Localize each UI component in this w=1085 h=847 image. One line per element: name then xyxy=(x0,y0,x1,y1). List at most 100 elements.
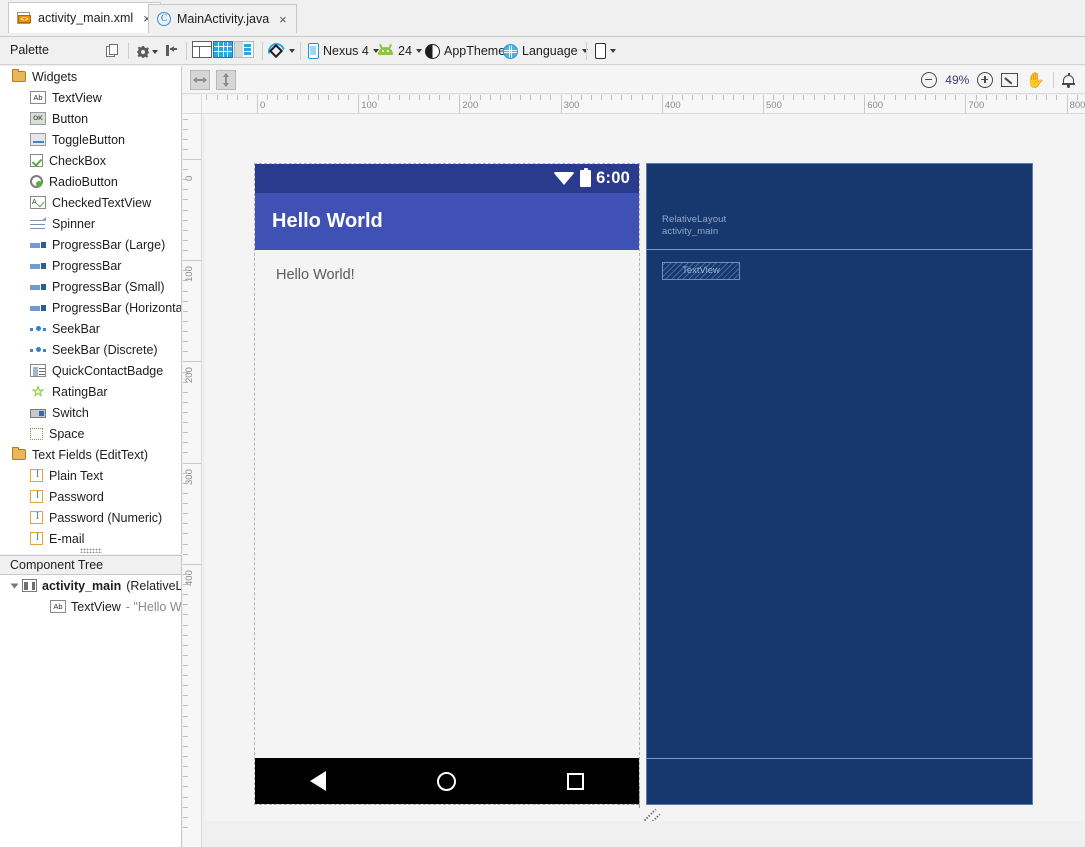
constrain-horizontal-button[interactable] xyxy=(190,70,210,90)
component-tree-textview-row[interactable]: Ab TextView - "Hello Wo xyxy=(0,596,181,617)
blueprint-mode-button[interactable] xyxy=(213,41,234,61)
expanded-triangle-icon[interactable] xyxy=(10,583,19,588)
toolbar-separator xyxy=(128,43,129,59)
tab-activity-main-xml[interactable]: <> activity_main.xml × xyxy=(8,2,161,33)
zoom-in-icon[interactable] xyxy=(977,72,994,88)
ruler-minor-tick xyxy=(183,422,188,424)
ruler-minor-tick xyxy=(183,756,188,758)
ruler-minor-tick xyxy=(183,270,188,272)
textview-icon: Ab xyxy=(30,91,46,104)
api-level-selector[interactable]: 24 xyxy=(377,41,422,61)
design-toolbar: Palette Nexus 4 24 AppTheme Language xyxy=(0,37,1085,65)
palette-item-quickcontactbadge[interactable]: QuickContactBadge xyxy=(0,360,181,381)
ruler-minor-tick xyxy=(742,95,744,100)
blueprint-textview-node[interactable]: TextView xyxy=(662,262,740,280)
component-tree-root-row[interactable]: activity_main (RelativeLa xyxy=(0,575,181,596)
ruler-minor-tick xyxy=(183,280,188,282)
palette-resize-grip[interactable] xyxy=(80,548,102,553)
bell-icon[interactable] xyxy=(1062,72,1075,88)
palette-item-switch[interactable]: Switch xyxy=(0,402,181,423)
device-preview[interactable]: 6:00 Hello World Hello World! xyxy=(254,163,640,805)
palette-item-email[interactable]: E-mail xyxy=(0,528,181,549)
ruler-minor-tick xyxy=(439,95,441,100)
palette-item-space[interactable]: Space xyxy=(0,423,181,444)
copy-icon[interactable] xyxy=(106,44,124,62)
chevron-down-icon xyxy=(152,50,158,54)
ruler-minor-tick xyxy=(540,95,542,100)
palette-item-seekbar[interactable]: SeekBar xyxy=(0,318,181,339)
ruler-minor-tick xyxy=(183,543,188,545)
ruler-minor-tick xyxy=(183,594,188,596)
language-selector[interactable]: Language xyxy=(503,41,588,61)
ruler-minor-tick xyxy=(611,95,613,100)
progressbar-icon xyxy=(30,259,46,272)
tab-close-icon[interactable]: × xyxy=(279,13,287,26)
ruler-minor-tick xyxy=(621,95,623,100)
palette-item-textview[interactable]: Ab TextView xyxy=(0,87,181,108)
tab-mainactivity-java[interactable]: C MainActivity.java × xyxy=(148,4,297,33)
design-mode-button[interactable] xyxy=(192,41,213,61)
blueprint-root-label: RelativeLayout activity_main xyxy=(662,214,726,238)
java-class-icon: C xyxy=(157,12,171,26)
palette-group-widgets[interactable]: Widgets xyxy=(0,66,181,87)
palette-item-checkedtextview[interactable]: A CheckedTextView xyxy=(0,192,181,213)
palette-item-password[interactable]: Password xyxy=(0,486,181,507)
palette-item-progressbar[interactable]: ProgressBar xyxy=(0,255,181,276)
theme-selector[interactable]: AppTheme xyxy=(425,41,505,61)
device-name-label: Nexus 4 xyxy=(323,44,369,58)
ruler-minor-tick xyxy=(183,685,188,687)
palette-item-label: E-mail xyxy=(49,531,85,546)
ratingbar-icon xyxy=(30,385,46,398)
rotate-orientation-button[interactable] xyxy=(264,39,295,63)
zoom-out-icon[interactable] xyxy=(921,72,938,88)
palette-item-progressbar-horizontal[interactable]: ProgressBar (Horizontal) xyxy=(0,297,181,318)
design-canvas[interactable]: 6:00 Hello World Hello World! RelativeLa… xyxy=(202,114,1085,847)
palette-item-checkbox[interactable]: CheckBox xyxy=(0,150,181,171)
design-and-blueprint-button[interactable] xyxy=(234,41,255,61)
palette-item-password-numeric[interactable]: Password (Numeric) xyxy=(0,507,181,528)
pan-hand-icon[interactable]: ✋ xyxy=(1026,73,1045,88)
palette-list[interactable]: Widgets Ab TextView OK Button ToggleButt… xyxy=(0,66,182,554)
palette-item-label: TextView xyxy=(52,90,102,105)
ruler-minor-tick xyxy=(183,290,188,292)
palette-item-plain-text[interactable]: Plain Text xyxy=(0,465,181,486)
ruler-minor-tick xyxy=(183,138,188,140)
ruler-minor-tick xyxy=(287,95,289,100)
ruler-minor-tick xyxy=(183,401,188,403)
collapse-panel-icon[interactable] xyxy=(165,44,183,62)
ruler-minor-tick xyxy=(183,826,188,828)
blueprint-preview[interactable]: RelativeLayout activity_main TextView xyxy=(646,163,1033,805)
ruler-minor-tick xyxy=(183,766,188,768)
hello-world-textview[interactable]: Hello World! xyxy=(276,267,355,283)
ruler-minor-tick xyxy=(183,179,188,181)
palette-item-progressbar-small[interactable]: ProgressBar (Small) xyxy=(0,276,181,297)
device-selector[interactable]: Nexus 4 xyxy=(308,41,379,61)
blueprint-root-id: activity_main xyxy=(662,226,719,237)
palette-item-button[interactable]: OK Button xyxy=(0,108,181,129)
progressbar-icon xyxy=(30,238,46,251)
palette-item-seekbar-discrete[interactable]: SeekBar (Discrete) xyxy=(0,339,181,360)
preview-content-area[interactable]: Hello World! xyxy=(255,250,639,758)
palette-item-progressbar-large[interactable]: ProgressBar (Large) xyxy=(0,234,181,255)
palette-group-text-fields[interactable]: Text Fields (EditText) xyxy=(0,444,181,465)
ruler-minor-tick xyxy=(408,95,410,100)
ruler-major-tick xyxy=(183,462,201,464)
ruler-minor-tick xyxy=(337,95,339,100)
gear-icon[interactable] xyxy=(136,43,160,61)
editor-tab-bar: <> activity_main.xml × C MainActivity.ja… xyxy=(0,0,1085,37)
constrain-vertical-button[interactable] xyxy=(216,70,236,90)
palette-item-spinner[interactable]: Spinner xyxy=(0,213,181,234)
ruler-minor-tick xyxy=(550,95,552,100)
button-icon: OK xyxy=(30,112,46,125)
zoom-to-fit-icon[interactable] xyxy=(1001,73,1019,87)
component-tree-root-type: (RelativeLa xyxy=(126,578,182,593)
palette-item-radiobutton[interactable]: RadioButton xyxy=(0,171,181,192)
ruler-minor-tick xyxy=(183,644,188,646)
ruler-minor-tick xyxy=(985,95,987,100)
component-tree[interactable]: activity_main (RelativeLa Ab TextView - … xyxy=(0,575,182,847)
palette-item-ratingbar[interactable]: RatingBar xyxy=(0,381,181,402)
device-variant-selector[interactable] xyxy=(595,41,616,61)
palette-item-togglebutton[interactable]: ToggleButton xyxy=(0,129,181,150)
ruler-minor-tick xyxy=(183,513,188,515)
ruler-corner xyxy=(183,95,202,114)
